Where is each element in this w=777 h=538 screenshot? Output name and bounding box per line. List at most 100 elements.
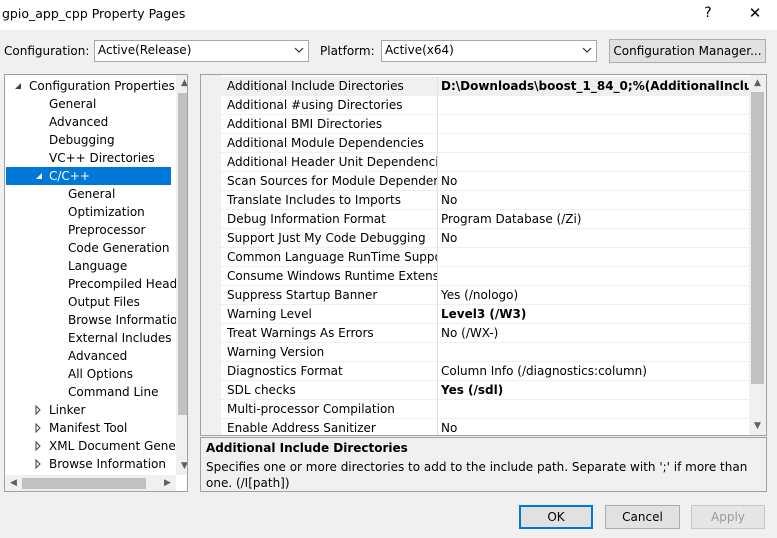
tree-item[interactable]: Linker [5,401,175,419]
tree-item-label: VC++ Directories [49,151,155,165]
tree-scroll-thumb[interactable] [178,93,187,415]
tree-item[interactable]: General [5,95,175,113]
property-value[interactable]: Column Info (/diagnostics:column) [441,364,749,378]
tree-item[interactable]: External Includes [5,329,175,347]
tree-item[interactable]: Output Files [5,293,175,311]
scroll-down-icon[interactable]: ▼ [176,458,187,475]
tree-item[interactable]: Language [5,257,175,275]
platform-dropdown[interactable]: Active(x64) [381,40,597,62]
tree-item-label: Linker [49,403,86,417]
scroll-down-icon[interactable]: ▼ [749,418,766,435]
column-divider [437,191,438,210]
tree-item[interactable]: Code Generation [5,239,175,257]
property-value[interactable]: No [441,193,749,207]
tree-item[interactable]: C/C++ [6,167,171,185]
property-row[interactable]: Common Language RunTime Support [221,248,749,267]
ok-button[interactable]: OK [519,505,593,529]
property-row[interactable]: Warning Version [221,343,749,362]
property-value[interactable]: Program Database (/Zi) [441,212,749,226]
property-row[interactable]: Consume Windows Runtime Extension [221,267,749,286]
property-value[interactable]: No (/WX-) [441,326,749,340]
property-row[interactable]: Additional #using Directories [221,96,749,115]
chevron-right-icon[interactable] [33,423,43,433]
description-panel: Additional Include Directories Specifies… [200,437,767,492]
cancel-button[interactable]: Cancel [605,505,680,529]
tree-item[interactable]: Debugging [5,131,175,149]
chevron-down-icon[interactable] [13,81,23,91]
tree-item[interactable]: Advanced [5,347,175,365]
tree-vertical-scrollbar[interactable]: ▲ ▼ [176,75,187,475]
property-row[interactable]: Scan Sources for Module Dependencies No [221,172,749,191]
property-row[interactable]: Suppress Startup Banner Yes (/nologo) [221,286,749,305]
property-row[interactable]: Debug Information Format Program Database… [221,210,749,229]
property-row[interactable]: Support Just My Code Debugging No [221,229,749,248]
tree-item[interactable]: Browse Information [5,311,185,329]
property-name: Additional Module Dependencies [227,136,424,150]
tree-item[interactable]: General [5,185,175,203]
tree-item-label: Advanced [49,115,109,129]
property-row[interactable]: Additional Module Dependencies [221,134,749,153]
chevron-right-icon[interactable] [33,441,43,451]
property-value[interactable]: No [441,174,749,188]
tree-item-label: Browse Information [68,313,185,327]
apply-button[interactable]: Apply [691,505,765,529]
property-row[interactable]: Multi-processor Compilation [221,400,749,419]
tree-item[interactable]: Precompiled Heade [5,275,185,293]
grid-vertical-scrollbar[interactable]: ▲ ▼ [749,75,766,435]
column-divider [437,77,438,96]
property-value[interactable]: Level3 (/W3) [441,307,749,321]
property-name: Multi-processor Compilation [227,402,395,416]
tree-item[interactable]: Manifest Tool [5,419,175,437]
property-row[interactable]: Diagnostics Format Column Info (/diagnost… [221,362,749,381]
tree-item[interactable]: Advanced [5,113,175,131]
tree-item[interactable]: All Options [5,365,175,383]
grid-gutter [201,75,221,435]
chevron-right-icon[interactable] [33,459,43,469]
tree-item[interactable]: Command Line [5,383,175,401]
column-divider [437,134,438,153]
property-row[interactable]: Additional BMI Directories [221,115,749,134]
property-row[interactable]: Translate Includes to Imports No [221,191,749,210]
title-bar: gpio_app_cpp Property Pages ? ✕ [0,0,777,30]
property-row[interactable]: Enable Address Sanitizer No [221,419,749,435]
property-name: Support Just My Code Debugging [227,231,426,245]
scroll-up-icon[interactable]: ▲ [176,75,187,92]
chevron-down-icon[interactable] [34,171,44,181]
tree-item-label: Precompiled Heade [68,277,185,291]
property-name: Additional Header Unit Dependencies [227,155,437,169]
property-row[interactable]: Additional Include Directories D:\Downloa… [221,77,749,96]
scroll-up-icon[interactable]: ▲ [749,75,766,92]
property-value[interactable]: No [441,421,749,435]
tree-item-label: Language [68,259,128,273]
tree-item[interactable]: Configuration Properties [5,77,175,95]
property-row[interactable]: Treat Warnings As Errors No (/WX-) [221,324,749,343]
tree-item-label: Browse Information [49,457,166,471]
property-row[interactable]: SDL checks Yes (/sdl) [221,381,749,400]
scroll-right-icon[interactable]: ▶ [159,475,176,491]
tree-item[interactable]: XML Document Genera [5,437,187,455]
help-button[interactable]: ? [688,0,728,28]
property-name: Translate Includes to Imports [227,193,401,207]
property-row[interactable]: Additional Header Unit Dependencies [221,153,749,172]
property-value[interactable]: No [441,231,749,245]
scroll-left-icon[interactable]: ◀ [5,475,22,491]
close-button[interactable]: ✕ [735,0,775,28]
tree-item[interactable]: Optimization [5,203,175,221]
description-title: Additional Include Directories [206,441,408,455]
property-value[interactable]: Yes (/sdl) [441,383,749,397]
tree-item[interactable]: Browse Information [5,455,175,473]
configuration-manager-button[interactable]: Configuration Manager... [609,39,766,63]
tree-horizontal-scrollbar[interactable]: ◀ ▶ [5,475,176,491]
property-value[interactable]: D:\Downloads\boost_1_84_0;%(AdditionalIn… [441,79,749,93]
configuration-dropdown[interactable]: Active(Release) [94,40,309,62]
property-value[interactable]: Yes (/nologo) [441,288,749,302]
tree-item[interactable]: Preprocessor [5,221,175,239]
tree-hscroll-thumb[interactable] [22,478,146,489]
tree-item[interactable]: VC++ Directories [5,149,175,167]
chevron-right-icon[interactable] [33,405,43,415]
property-row[interactable]: Warning Level Level3 (/W3) [221,305,749,324]
grid-scroll-thumb[interactable] [751,92,764,384]
column-divider [437,362,438,381]
configuration-value: Active(Release) [98,43,192,57]
tree-item-label: Advanced [68,349,128,363]
